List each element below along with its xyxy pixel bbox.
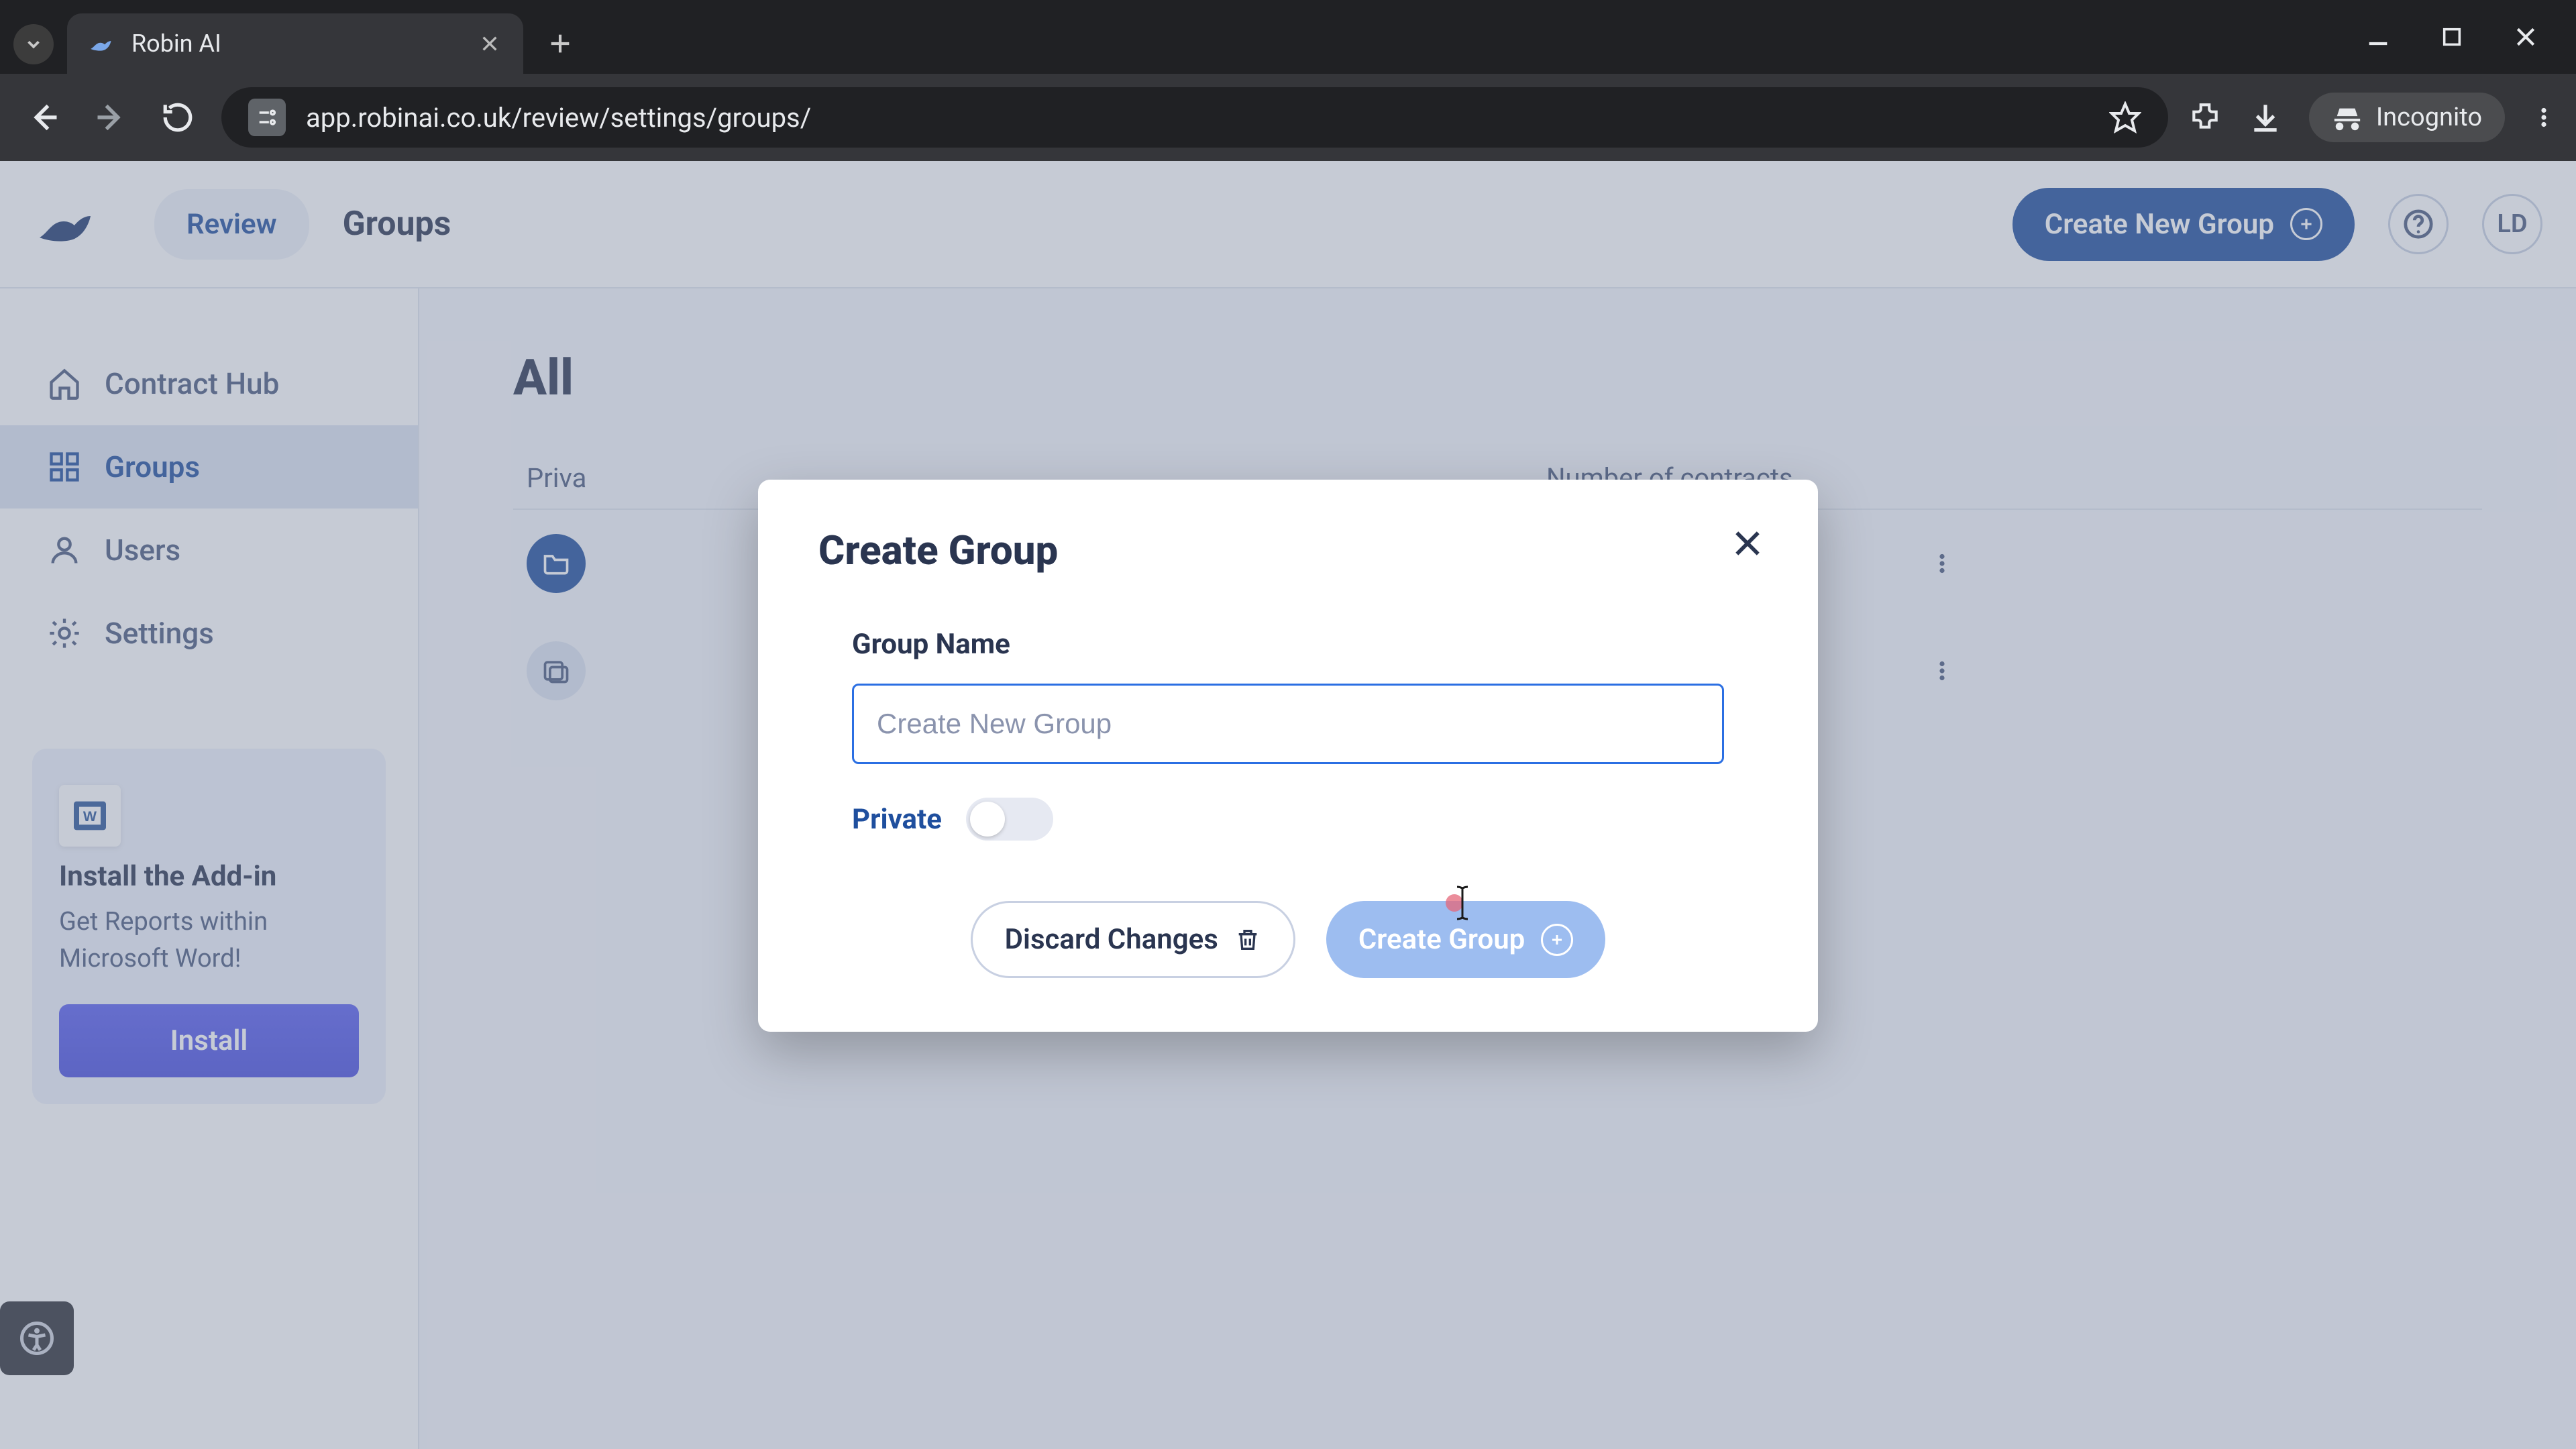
create-group-modal: Create Group Group Name <box>758 480 1818 1032</box>
new-tab-button[interactable] <box>537 20 584 67</box>
tab-search-button[interactable] <box>13 24 54 64</box>
private-toggle[interactable] <box>966 798 1053 841</box>
window-maximize-button[interactable] <box>2435 20 2469 54</box>
modal-close-button[interactable] <box>1724 520 1771 567</box>
app-root: Review Groups Create New Group LD Contra… <box>0 161 2576 1449</box>
window-minimize-button[interactable] <box>2361 20 2395 54</box>
site-info-icon[interactable] <box>248 99 286 136</box>
browser-tab[interactable]: Robin AI <box>67 13 523 74</box>
modal-overlay[interactable]: Create Group Group Name <box>0 161 2576 1449</box>
url-text: app.robinai.co.uk/review/settings/groups… <box>306 102 2089 133</box>
tab-favicon <box>87 30 115 58</box>
create-group-submit-button[interactable]: Create Group <box>1326 901 1606 978</box>
toggle-knob <box>970 802 1005 837</box>
private-label: Private <box>852 803 942 836</box>
extensions-icon[interactable] <box>2188 101 2222 134</box>
browser-toolbar: app.robinai.co.uk/review/settings/groups… <box>0 74 2576 161</box>
trash-icon <box>1234 926 1261 953</box>
bookmark-star-icon[interactable] <box>2109 101 2141 133</box>
discard-changes-button[interactable]: Discard Changes <box>971 901 1295 978</box>
plus-circle-icon <box>1541 924 1573 956</box>
nav-back-button[interactable] <box>20 94 67 141</box>
nav-reload-button[interactable] <box>154 94 201 141</box>
window-controls <box>2361 20 2563 74</box>
browser-tab-strip: Robin AI <box>0 0 2576 74</box>
incognito-label: Incognito <box>2376 103 2482 132</box>
browser-menu-icon[interactable] <box>2532 105 2556 129</box>
group-name-label: Group Name <box>852 628 1724 661</box>
discard-label: Discard Changes <box>1005 923 1218 956</box>
incognito-indicator[interactable]: Incognito <box>2309 93 2505 142</box>
incognito-icon <box>2332 102 2363 133</box>
address-bar[interactable]: app.robinai.co.uk/review/settings/groups… <box>221 87 2168 148</box>
nav-forward-button[interactable] <box>87 94 134 141</box>
window-close-button[interactable] <box>2509 20 2542 54</box>
group-name-input[interactable] <box>852 684 1724 764</box>
tab-close-icon[interactable] <box>476 30 503 57</box>
downloads-icon[interactable] <box>2249 101 2282 134</box>
submit-label: Create Group <box>1358 923 1525 956</box>
modal-title: Create Group <box>818 527 1758 574</box>
tab-title: Robin AI <box>131 30 460 58</box>
